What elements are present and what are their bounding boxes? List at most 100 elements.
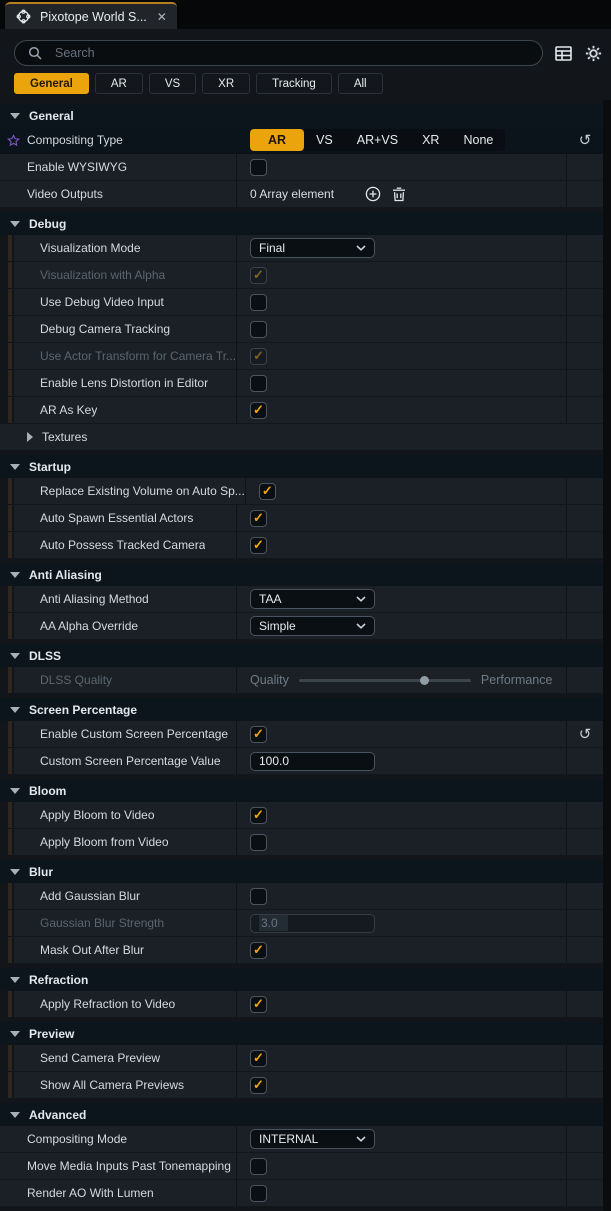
label-cell: AA Alpha Override — [14, 613, 237, 639]
reset-cell — [566, 883, 603, 909]
section-header-dlss[interactable]: DLSS — [0, 644, 603, 667]
section-title: Refraction — [29, 973, 88, 987]
value-cell: ✓ — [246, 478, 566, 504]
filter-button-general[interactable]: General — [14, 73, 89, 94]
property-label: Show All Camera Previews — [40, 1078, 184, 1092]
label-cell: Visualization Mode — [14, 235, 237, 261]
checkbox[interactable]: ✓ — [250, 510, 267, 527]
segment-ar-vs[interactable]: AR+VS — [345, 129, 410, 151]
indent-rail — [0, 991, 14, 1017]
slider[interactable] — [299, 679, 471, 682]
checkbox[interactable]: ✓ — [250, 726, 267, 743]
segment-none[interactable]: None — [451, 129, 505, 151]
settings-gear-icon[interactable] — [583, 43, 603, 63]
value-cell: ✓ — [237, 802, 566, 828]
segment-ar[interactable]: AR — [250, 129, 304, 151]
property-label: Send Camera Preview — [40, 1051, 160, 1065]
property-label: Apply Bloom from Video — [40, 835, 169, 849]
search-box[interactable] — [14, 40, 543, 66]
scrollbar[interactable] — [603, 100, 611, 1211]
text-input-custom-screen-percentage-value[interactable]: 100.0 — [250, 752, 375, 771]
checkbox[interactable] — [250, 1158, 267, 1175]
filter-button-all[interactable]: All — [338, 73, 383, 94]
chevron-down-icon — [10, 221, 20, 227]
section-header-screen-percentage[interactable]: Screen Percentage — [0, 698, 603, 721]
checkbox[interactable] — [250, 375, 267, 392]
section-header-refraction[interactable]: Refraction — [0, 968, 603, 991]
checkbox[interactable]: ✓ — [250, 996, 267, 1013]
label-cell: Mask Out After Blur — [14, 937, 237, 963]
label-cell: Replace Existing Volume on Auto Sp... — [14, 478, 246, 504]
property-label: Replace Existing Volume on Auto Sp... — [40, 484, 245, 498]
checkbox[interactable]: ✓ — [250, 537, 267, 554]
favorite-star-icon[interactable] — [0, 134, 27, 147]
checkbox[interactable]: ✓ — [250, 1077, 267, 1094]
dropdown-compositing-mode[interactable]: INTERNAL — [250, 1129, 375, 1149]
reset-cell — [566, 262, 603, 288]
value-cell: 0 Array element — [237, 181, 566, 207]
label-cell: Send Camera Preview — [14, 1045, 237, 1071]
reset-cell — [566, 748, 603, 774]
filter-button-tracking[interactable]: Tracking — [256, 73, 332, 94]
checkbox[interactable] — [250, 888, 267, 905]
filter-button-vs[interactable]: VS — [149, 73, 196, 94]
filter-button-ar[interactable]: AR — [95, 73, 143, 94]
section-header-advanced[interactable]: Advanced — [0, 1103, 603, 1126]
details-view-icon[interactable] — [553, 43, 573, 63]
label-cell: Add Gaussian Blur — [14, 883, 237, 909]
checkbox[interactable] — [250, 834, 267, 851]
reset-cell — [566, 613, 603, 639]
reset-to-default-icon[interactable]: ↺ — [579, 727, 592, 742]
search-input[interactable] — [53, 45, 532, 61]
property-label: Mask Out After Blur — [40, 943, 144, 957]
add-element-icon[interactable] — [362, 183, 384, 205]
section-header-bloom[interactable]: Bloom — [0, 779, 603, 802]
value-cell: ✓ — [237, 991, 566, 1017]
label-cell: Auto Possess Tracked Camera — [14, 532, 237, 558]
checkbox[interactable] — [250, 294, 267, 311]
section-header-anti-aliasing[interactable]: Anti Aliasing — [0, 563, 603, 586]
value-cell — [237, 1153, 566, 1179]
document-tab[interactable]: Pixotope World S... ✕ — [5, 2, 177, 29]
section-header-startup[interactable]: Startup — [0, 455, 603, 478]
checkbox[interactable] — [250, 321, 267, 338]
section-header-preview[interactable]: Preview — [0, 1022, 603, 1045]
subsection-textures[interactable]: Textures — [0, 424, 603, 451]
chevron-down-icon — [10, 653, 20, 659]
section-header-general[interactable]: General — [0, 104, 603, 127]
dropdown-visualization-mode[interactable]: Final — [250, 238, 375, 258]
label-cell: Compositing Mode — [0, 1126, 237, 1152]
text-input-gaussian-blur-strength: 3.0 — [250, 914, 375, 933]
filter-button-xr[interactable]: XR — [202, 73, 250, 94]
row-apply-bloom-from-video: Apply Bloom from Video — [0, 829, 603, 856]
delete-elements-icon[interactable] — [388, 183, 410, 205]
checkbox[interactable]: ✓ — [250, 942, 267, 959]
row-render-ao-with-lumen: Render AO With Lumen — [0, 1180, 603, 1207]
checkbox[interactable]: ✓ — [250, 1050, 267, 1067]
value-cell: ✓ — [237, 1045, 566, 1071]
reset-cell — [566, 1153, 603, 1179]
checkbox[interactable] — [250, 1185, 267, 1202]
section-bloom: BloomApply Bloom to Video✓Apply Bloom fr… — [0, 779, 611, 856]
reset-cell — [566, 154, 603, 180]
chevron-down-icon — [10, 464, 20, 470]
checkbox[interactable] — [250, 159, 267, 176]
section-dlss: DLSSDLSS QualityQualityPerformance — [0, 644, 611, 694]
section-header-blur[interactable]: Blur — [0, 860, 603, 883]
segment-xr[interactable]: XR — [410, 129, 451, 151]
close-icon[interactable]: ✕ — [157, 10, 167, 24]
property-label: Visualization with Alpha — [40, 268, 165, 282]
section-advanced: AdvancedCompositing ModeINTERNALMove Med… — [0, 1103, 611, 1207]
property-label: Enable Lens Distortion in Editor — [40, 376, 208, 390]
slider-thumb[interactable] — [420, 676, 429, 685]
checkbox[interactable]: ✓ — [250, 402, 267, 419]
reset-cell — [566, 910, 603, 936]
section-header-debug[interactable]: Debug — [0, 212, 603, 235]
segment-vs[interactable]: VS — [304, 129, 345, 151]
dropdown-anti-aliasing-method[interactable]: TAA — [250, 589, 375, 609]
value-cell — [237, 883, 566, 909]
reset-to-default-icon[interactable]: ↺ — [579, 133, 592, 148]
checkbox[interactable]: ✓ — [250, 807, 267, 824]
checkbox[interactable]: ✓ — [259, 483, 276, 500]
dropdown-aa-alpha-override[interactable]: Simple — [250, 616, 375, 636]
